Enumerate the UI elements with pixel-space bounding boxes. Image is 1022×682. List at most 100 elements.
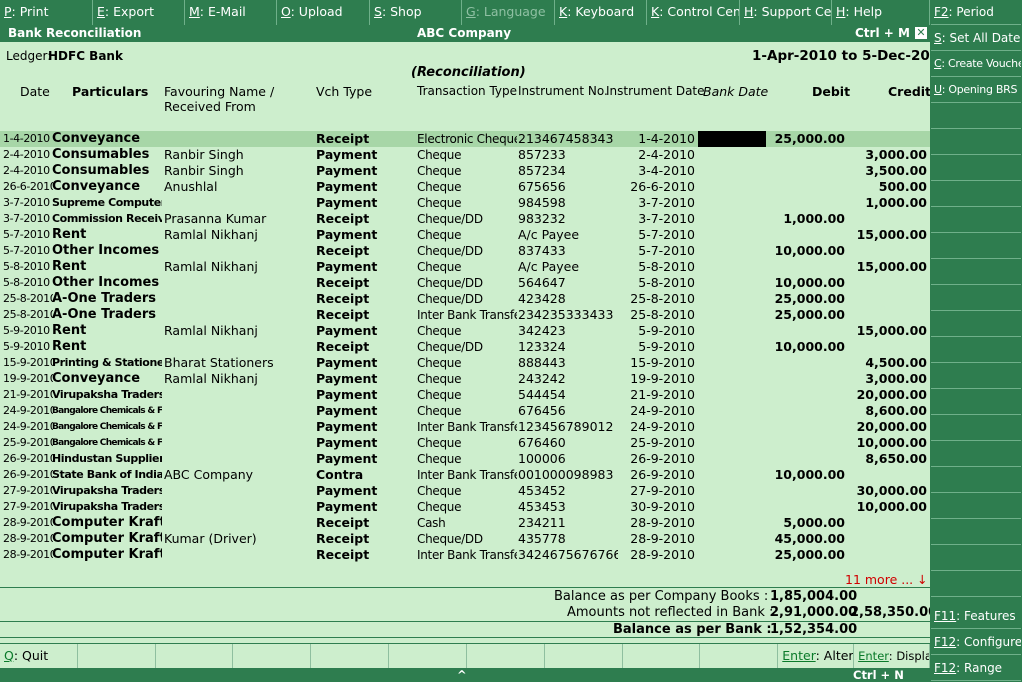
row-voucher-type: Payment (316, 387, 378, 402)
row-particulars: Hindustan Suppliers (52, 452, 162, 465)
table-row[interactable]: 5-8-2010 Rent Ramlal Nikhanj Payment Cheque A… (0, 259, 930, 275)
table-row[interactable]: 25-8-2010 A-One Traders Receipt Inter Bank … (0, 307, 930, 323)
table-row[interactable]: 5-7-2010 Rent Ramlal Nikhanj Payment Cheque A… (0, 227, 930, 243)
row-instrument-no: 435778 (518, 531, 566, 546)
help-menu-item[interactable]: H: Help (832, 0, 930, 25)
table-row[interactable]: 5-7-2010 Other Incomes Receipt Cheque/DD 837… (0, 243, 930, 259)
empty-button (233, 644, 312, 668)
row-instrument-date: 30-9-2010 (630, 499, 695, 514)
quit-button[interactable]: Q: Quit (0, 644, 78, 668)
transactions-table: 1-4-2010 Conveyance Receipt Electronic Cheq… (0, 131, 930, 563)
language-menu-item[interactable]: G: Language (462, 0, 555, 25)
table-row[interactable]: 1-4-2010 Conveyance Receipt Electronic Cheq… (0, 131, 930, 147)
status-bar: ^ Ctrl + N (0, 668, 930, 682)
row-voucher-type: Receipt (316, 531, 370, 546)
alter-button[interactable]: Enter: Alter (778, 644, 855, 668)
row-particulars: Conveyance (52, 371, 141, 386)
table-row[interactable]: 3-7-2010Commission ReceivedPrasanna Kuma… (0, 211, 930, 227)
row-credit: 10,000.00 (856, 435, 927, 450)
empty-button (156, 644, 234, 668)
table-row[interactable]: 28-9-2010 Computer Kraft Receipt Cash 234211… (0, 515, 930, 531)
row-voucher-type: Payment (316, 371, 378, 386)
email-menu-item[interactable]: M: E-Mail (185, 0, 277, 25)
row-particulars: Virupaksha Traders (52, 484, 162, 497)
bottom-button-bar: Q: Quit Enter: Alter Enter: Display (0, 643, 930, 668)
row-instrument-date: 28-9-2010 (630, 547, 695, 562)
row-transaction-type: Cheque (417, 388, 462, 402)
row-date: 28-9-2010 (3, 548, 53, 561)
table-row[interactable]: 5-8-2010 Other Incomes Receipt Cheque/DD 564… (0, 275, 930, 291)
table-row[interactable]: 2-4-2010 Consumables Ranbir Singh Payment Ch… (0, 163, 930, 179)
table-row[interactable]: 5-9-2010 Rent Receipt Cheque/DD 123324 5-9-20… (0, 339, 930, 355)
more-rows-indicator[interactable]: 11 more ... ↓ (845, 572, 928, 587)
create-voucher-button[interactable]: C: Create Voucher (931, 52, 1021, 77)
row-transaction-type: Cheque (417, 500, 462, 514)
row-favouring-name: Kumar (Driver) (164, 531, 257, 546)
row-instrument-no: 837433 (518, 243, 566, 258)
row-transaction-type: Cheque (417, 196, 462, 210)
table-row[interactable]: 26-9-2010 State Bank of India ABC Company C… (0, 467, 930, 483)
status-shortcut: Ctrl + N (853, 668, 904, 682)
row-transaction-type: Cheque (417, 324, 462, 338)
row-transaction-type: Electronic Cheque (417, 132, 517, 146)
shop-menu-item[interactable]: S: Shop (370, 0, 462, 25)
row-particulars: A-One Traders (52, 307, 156, 322)
table-row[interactable]: 26-6-2010 Conveyance Anushlal Payment Cheque… (0, 179, 930, 195)
scroll-up-icon[interactable]: ^ (457, 668, 467, 682)
table-row[interactable]: 5-9-2010 Rent Ramlal Nikhanj Payment Cheque 3… (0, 323, 930, 339)
table-row[interactable]: 21-9-2010 Virupaksha Traders Payment Cheque… (0, 387, 930, 403)
top-menu-bar: P: Print E: Export M: E-Mail O: Upload S: Sh… (0, 0, 930, 25)
configure-button[interactable]: F12: Configure (931, 630, 1021, 655)
row-credit: 3,000.00 (865, 371, 927, 386)
row-instrument-no: 213467458343 (518, 131, 614, 146)
row-voucher-type: Receipt (316, 291, 370, 306)
range-button[interactable]: F12: Range (931, 656, 1021, 681)
period-button[interactable]: F2: Period (931, 0, 1021, 25)
table-row[interactable]: 28-9-2010 Computer Kraft Receipt Inter Bank… (0, 547, 930, 563)
table-row[interactable]: 25-9-2010Bangalore Chemicals & Fertilize… (0, 435, 930, 451)
row-favouring-name: ABC Company (164, 467, 254, 482)
row-date: 2-4-2010 (3, 164, 50, 177)
company-books-label: Balance as per Company Books : (554, 589, 769, 604)
table-row[interactable]: 19-9-2010 Conveyance Ramlal Nikhanj Payment… (0, 371, 930, 387)
table-row[interactable]: 27-9-2010 Virupaksha Traders Payment Cheque… (0, 499, 930, 515)
table-row[interactable]: 2-4-2010 Consumables Ranbir Singh Payment Ch… (0, 147, 930, 163)
row-transaction-type: Cheque/DD (417, 340, 483, 354)
print-menu-item[interactable]: P: Print (0, 0, 93, 25)
empty-button (931, 182, 1021, 207)
row-particulars: Rent (52, 323, 87, 338)
row-instrument-date: 26-9-2010 (630, 451, 695, 466)
empty-button (931, 416, 1021, 441)
table-row[interactable]: 26-9-2010 Hindustan Suppliers Payment Chequ… (0, 451, 930, 467)
row-date: 26-6-2010 (3, 180, 53, 193)
row-instrument-no: 3424675676766 (518, 547, 618, 562)
support-menu-item[interactable]: H: Support Centre (740, 0, 832, 25)
table-row[interactable]: 27-9-2010 Virupaksha Traders Payment Cheque… (0, 483, 930, 499)
table-row[interactable]: 28-9-2010 Computer Kraft Kumar (Driver) Rec… (0, 531, 930, 547)
export-menu-item[interactable]: E: Export (93, 0, 185, 25)
table-row[interactable]: 25-8-2010 A-One Traders Receipt Cheque/DD 42… (0, 291, 930, 307)
display-button[interactable]: Enter: Display (854, 644, 930, 668)
features-button[interactable]: F11: Features (931, 604, 1021, 629)
table-row[interactable]: 24-9-2010Bangalore Chemicals & Fertilize… (0, 403, 930, 419)
row-voucher-type: Receipt (316, 515, 370, 530)
row-instrument-date: 25-8-2010 (630, 307, 695, 322)
row-transaction-type: Inter Bank Transfer (417, 548, 517, 562)
row-particulars: Rent (52, 259, 87, 274)
keyboard-menu-item[interactable]: K: Keyboard (555, 0, 647, 25)
row-instrument-date: 5-7-2010 (638, 227, 695, 242)
empty-button (931, 338, 1021, 363)
row-voucher-type: Payment (316, 419, 378, 434)
row-particulars: Other Incomes (52, 243, 160, 258)
close-icon[interactable]: ✕ (914, 26, 928, 40)
row-instrument-no: 423428 (518, 291, 566, 306)
opening-brs-button[interactable]: U: Opening BRS (931, 78, 1021, 103)
row-credit: 4,500.00 (865, 355, 927, 370)
control-centre-menu-item[interactable]: K: Control Centre (647, 0, 740, 25)
empty-button (931, 104, 1021, 129)
table-row[interactable]: 24-9-2010Bangalore Chemicals & Fertilize… (0, 419, 930, 435)
set-all-dates-button[interactable]: S: Set All Dates (931, 26, 1021, 51)
table-row[interactable]: 15-9-2010Printing & StationeryBharat Sta… (0, 355, 930, 371)
upload-menu-item[interactable]: O: Upload (277, 0, 370, 25)
table-row[interactable]: 3-7-2010 Supreme Computers Payment Cheque 98… (0, 195, 930, 211)
